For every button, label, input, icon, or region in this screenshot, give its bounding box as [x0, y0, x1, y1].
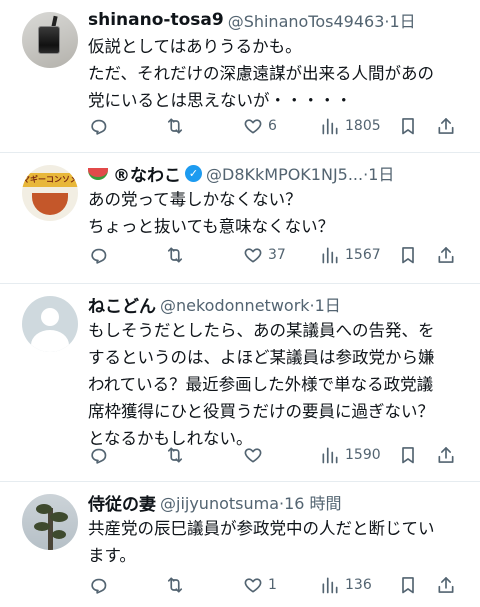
avatar[interactable] — [22, 12, 78, 68]
like-icon — [243, 245, 263, 265]
watermelon-emoji — [88, 168, 108, 180]
bookmark-icon — [398, 445, 418, 465]
views-icon — [320, 116, 340, 136]
tweet[interactable]: ねこどん @nekodonnetwork·1日 もしそうだとしたら、あの某議員へ… — [0, 284, 480, 481]
like-button[interactable]: 37 — [243, 243, 286, 267]
retweet-icon — [165, 245, 185, 265]
reply-button[interactable] — [88, 443, 113, 467]
timestamp: 1日 — [314, 296, 341, 315]
action-bar: 1590 — [88, 443, 468, 467]
author-handle[interactable]: @jijyunotsuma·16 時間 — [160, 490, 342, 514]
tweet-text: もしそうだとしたら、あの某議員への告発、を するというのは、よほど某議員は参政党… — [88, 321, 435, 448]
reply-icon — [88, 575, 108, 595]
reply-icon — [88, 245, 108, 265]
reply-icon — [88, 445, 108, 465]
like-button[interactable]: 6 — [243, 114, 277, 138]
view-count: 1805 — [345, 118, 381, 134]
bookmark-button[interactable] — [398, 573, 418, 597]
retweet-button[interactable] — [165, 573, 190, 597]
retweet-button[interactable] — [165, 243, 190, 267]
action-bar: 1 136 — [88, 573, 468, 597]
like-count: 37 — [268, 247, 286, 263]
like-button[interactable]: 1 — [243, 573, 277, 597]
share-button[interactable] — [436, 243, 456, 267]
tweet-text: あの党って毒しかなくない？ ちょっと抜いても意味なくない？ — [88, 190, 335, 236]
views-button[interactable]: 1805 — [320, 114, 381, 138]
author-name[interactable]: shinano-tosa9 — [88, 10, 224, 30]
share-icon — [436, 116, 456, 136]
verified-badge-icon: ✓ — [185, 164, 202, 182]
like-icon — [243, 575, 263, 595]
like-button[interactable] — [243, 443, 268, 467]
timestamp: 16 時間 — [284, 494, 342, 513]
share-button[interactable] — [436, 573, 456, 597]
tweet[interactable]: shinano-tosa9 @ShinanoTos49463·1日 仮説としては… — [0, 0, 480, 152]
view-count: 136 — [345, 577, 372, 593]
retweet-icon — [165, 116, 185, 136]
author-handle[interactable]: @D8KkMPOK1NJ5...·1日 — [206, 161, 394, 185]
views-icon — [320, 575, 340, 595]
bookmark-button[interactable] — [398, 443, 418, 467]
share-button[interactable] — [436, 443, 456, 467]
bookmark-icon — [398, 245, 418, 265]
avatar[interactable] — [22, 296, 78, 352]
tweet[interactable]: 侍従の妻 @jijyunotsuma·16 時間 共産党の辰巳議員が参政党中の人… — [0, 482, 480, 607]
author-handle[interactable]: @ShinanoTos49463·1日 — [228, 8, 416, 32]
like-count: 6 — [268, 118, 277, 134]
share-button[interactable] — [436, 114, 456, 138]
author-name[interactable]: 侍従の妻 — [88, 490, 156, 515]
retweet-icon — [165, 575, 185, 595]
views-button[interactable]: 1567 — [320, 243, 381, 267]
like-icon — [243, 445, 263, 465]
reply-icon — [88, 116, 108, 136]
views-icon — [320, 445, 340, 465]
author-name[interactable]: ねこどん — [88, 292, 156, 317]
view-count: 1567 — [345, 247, 381, 263]
reply-button[interactable] — [88, 114, 113, 138]
views-button[interactable]: 1590 — [320, 443, 381, 467]
like-icon — [243, 116, 263, 136]
share-icon — [436, 245, 456, 265]
bookmark-button[interactable] — [398, 243, 418, 267]
tweet-text: 共産党の辰巳議員が参政党中の人だと断じてい ます。 — [88, 519, 435, 565]
avatar[interactable]: マギーコンソメ — [22, 165, 78, 221]
retweet-button[interactable] — [165, 443, 190, 467]
avatar[interactable] — [22, 494, 78, 550]
retweet-button[interactable] — [165, 114, 190, 138]
share-icon — [436, 445, 456, 465]
reply-button[interactable] — [88, 573, 113, 597]
bookmark-icon — [398, 116, 418, 136]
reply-button[interactable] — [88, 243, 113, 267]
views-icon — [320, 245, 340, 265]
bookmark-icon — [398, 575, 418, 595]
author-name[interactable]: ®なわこ — [113, 161, 181, 186]
bookmark-button[interactable] — [398, 114, 418, 138]
timestamp: 1日 — [389, 12, 416, 31]
like-count: 1 — [268, 577, 277, 593]
timestamp: 1日 — [368, 165, 395, 184]
action-bar: 37 1567 — [88, 243, 468, 267]
share-icon — [436, 575, 456, 595]
author-handle[interactable]: @nekodonnetwork·1日 — [160, 292, 341, 316]
views-button[interactable]: 136 — [320, 573, 372, 597]
action-bar: 6 1805 — [88, 114, 468, 138]
retweet-icon — [165, 445, 185, 465]
tweet[interactable]: マギーコンソメ ®なわこ ✓ @D8KkMPOK1NJ5...·1日 あの党って… — [0, 153, 480, 283]
tweet-text: 仮説としてはありうるかも。 ただ、それだけの深慮遠謀が出来る人間があの 党にいる… — [88, 37, 435, 110]
view-count: 1590 — [345, 447, 381, 463]
